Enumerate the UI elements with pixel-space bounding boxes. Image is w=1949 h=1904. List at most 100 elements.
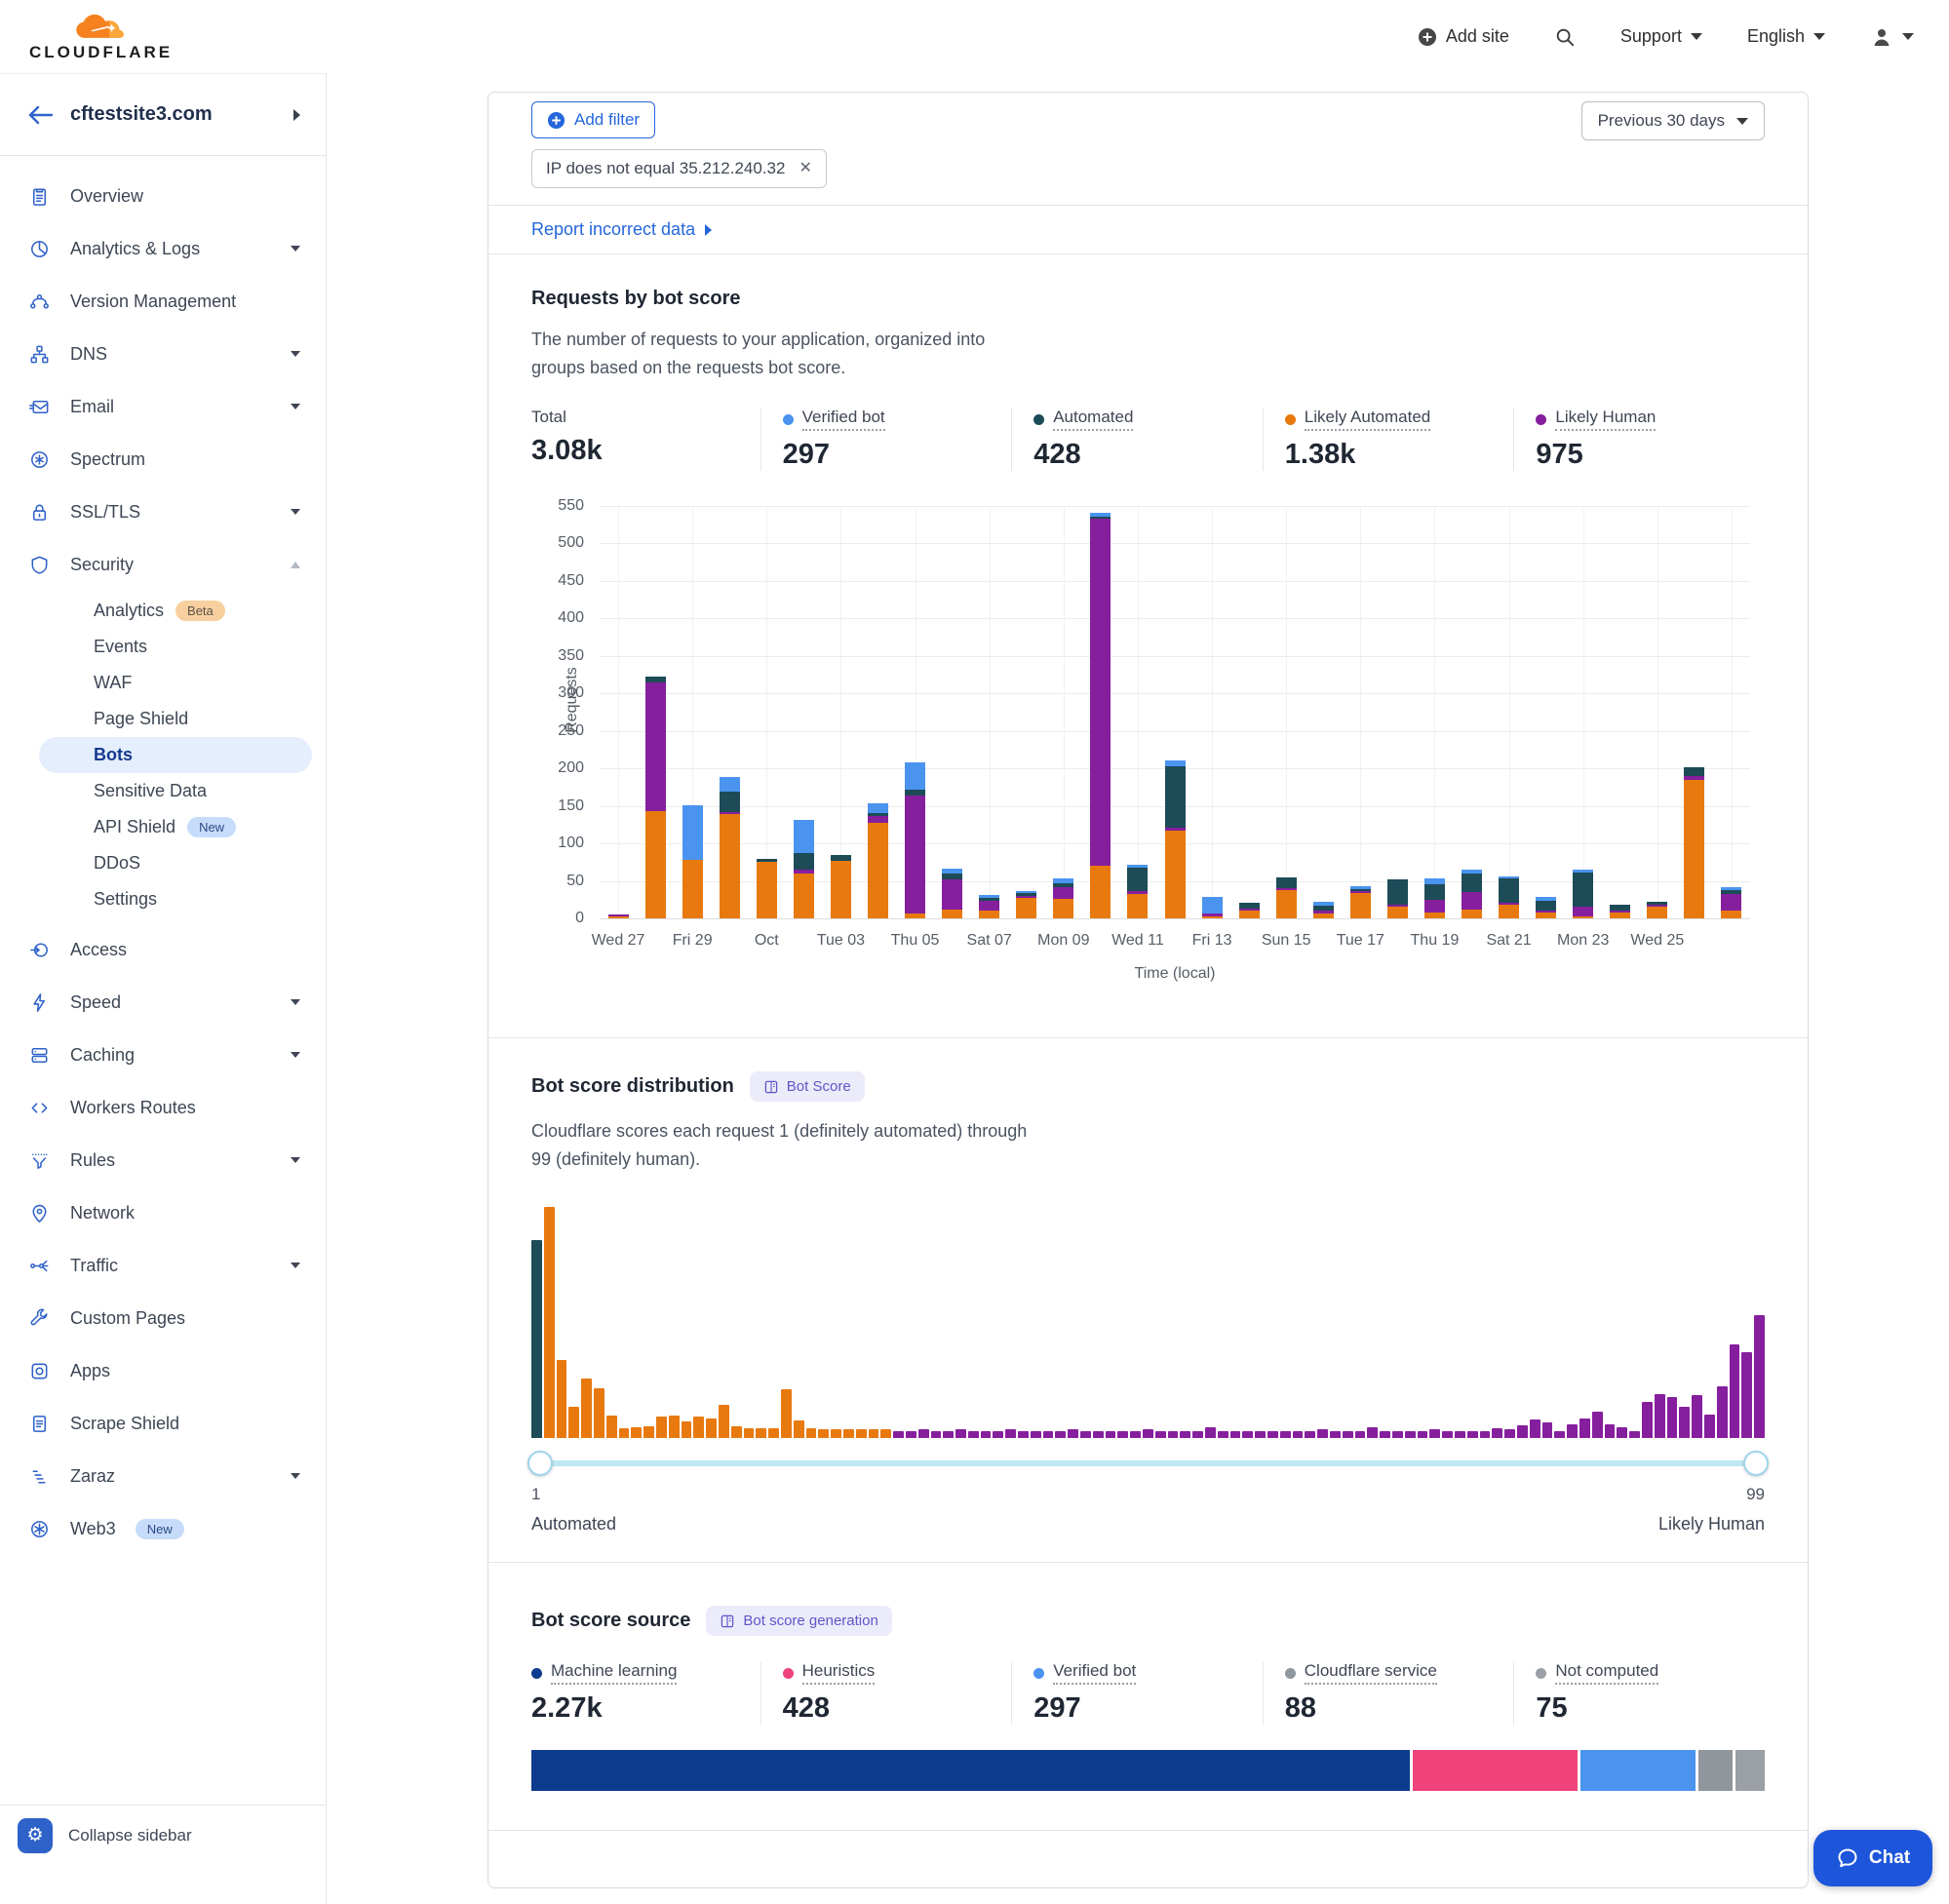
slider-min-caption: Automated (531, 1514, 616, 1535)
support-menu[interactable]: Support (1620, 26, 1702, 47)
source-stacked-bar[interactable] (531, 1750, 1765, 1791)
histogram-bar (856, 1429, 867, 1438)
histogram-bar (1117, 1431, 1128, 1438)
sidebar-item-workers-routes[interactable]: Workers Routes (0, 1081, 326, 1134)
language-menu[interactable]: English (1747, 26, 1825, 47)
sidebar-item-page-shield[interactable]: Page Shield (0, 701, 326, 737)
report-incorrect-data-link[interactable]: Report incorrect data (531, 219, 712, 240)
slider-handle-min[interactable] (527, 1451, 553, 1476)
sidebar-item-custom-pages[interactable]: Custom Pages (0, 1292, 326, 1344)
site-switcher[interactable]: cftestsite3.com (0, 73, 326, 156)
bar-stack (720, 777, 740, 918)
account-menu[interactable] (1870, 25, 1914, 49)
filter-chip[interactable]: IP does not equal 35.212.240.32 ✕ (531, 149, 827, 188)
sidebar-item-traffic[interactable]: Traffic (0, 1239, 326, 1292)
report-link-label: Report incorrect data (531, 219, 695, 240)
gridline (600, 543, 1750, 544)
bar-stack (1499, 876, 1519, 918)
chat-button[interactable]: Chat (1813, 1830, 1932, 1886)
bar-segment-likely-automated (1684, 780, 1704, 918)
sidebar-item-label: Security (70, 555, 134, 575)
sidebar-item-zaraz[interactable]: Zaraz (0, 1450, 326, 1502)
bar-segment-likely-automated (1127, 894, 1148, 918)
sidebar-item-rules[interactable]: Rules (0, 1134, 326, 1186)
date-range-dropdown[interactable]: Previous 30 days (1581, 101, 1765, 140)
sidebar-item-security[interactable]: Security (0, 538, 326, 591)
sidebar-item-access[interactable]: Access (0, 923, 326, 976)
bar-stack (1053, 878, 1073, 918)
stat-label[interactable]: Heuristics (802, 1661, 876, 1685)
gear-icon[interactable]: ⚙ (18, 1818, 53, 1853)
histogram-bar (831, 1429, 841, 1438)
sidebar-item-network[interactable]: Network (0, 1186, 326, 1239)
bar-segment-likely-automated (608, 916, 629, 918)
sidebar-item-label: Web3 (70, 1519, 116, 1539)
back-arrow-icon[interactable] (27, 104, 53, 126)
sidebar-item-web3[interactable]: Web3New (0, 1502, 326, 1555)
x-tick-label: Thu 05 (891, 932, 940, 950)
bar-stack (1610, 905, 1630, 918)
add-site-button[interactable]: Add site (1418, 26, 1509, 47)
sidebar-item-apps[interactable]: Apps (0, 1344, 326, 1397)
sidebar-item-waf[interactable]: WAF (0, 665, 326, 701)
sidebar-item-sensitive-data[interactable]: Sensitive Data (0, 773, 326, 809)
sidebar-item-spectrum[interactable]: Spectrum (0, 433, 326, 486)
stat-label[interactable]: Automated (1053, 408, 1133, 431)
sidebar-item-email[interactable]: Email (0, 380, 326, 433)
stat-label[interactable]: Verified bot (1053, 1661, 1136, 1685)
sidebar-item-ssl-tls[interactable]: SSL/TLS (0, 486, 326, 538)
bot-score-generation-docs-pill[interactable]: Bot score generation (706, 1606, 891, 1636)
x-tick-label: Tue 17 (1337, 932, 1384, 950)
chevron-down-icon (291, 1052, 300, 1058)
shield-icon (27, 553, 51, 576)
source-stats-row: Machine learning2.27kHeuristics428Verifi… (531, 1661, 1765, 1725)
stat-value: 88 (1285, 1692, 1514, 1725)
chevron-down-icon (291, 509, 300, 515)
sidebar-item-ddos[interactable]: DDoS (0, 845, 326, 881)
plus-circle-icon (547, 111, 565, 130)
sidebar-item-events[interactable]: Events (0, 629, 326, 665)
sidebar-item-analytics-logs[interactable]: Analytics & Logs (0, 222, 326, 275)
stat-label[interactable]: Verified bot (802, 408, 885, 431)
search-icon[interactable] (1554, 26, 1576, 48)
stat-value: 428 (1033, 439, 1263, 471)
stat-label[interactable]: Cloudflare service (1305, 1661, 1437, 1685)
plus-circle-icon (1418, 27, 1437, 47)
branch-icon (27, 290, 51, 313)
sidebar-item-settings[interactable]: Settings (0, 881, 326, 917)
collapse-sidebar-button[interactable]: ⚙ Collapse sidebar (0, 1805, 326, 1865)
slider-track[interactable] (531, 1460, 1765, 1466)
sidebar-item-api-shield[interactable]: API ShieldNew (0, 809, 326, 845)
book-icon (763, 1079, 779, 1095)
histogram-bar (1205, 1427, 1216, 1438)
sidebar-item-overview[interactable]: Overview (0, 170, 326, 222)
sidebar-item-bots[interactable]: Bots (39, 737, 312, 773)
sidebar-item-caching[interactable]: Caching (0, 1029, 326, 1081)
requests-chart-plot[interactable]: 050100150200250300350400450500550Wed 27F… (600, 506, 1750, 918)
x-tick-label: Sat 21 (1486, 932, 1531, 950)
bot-score-docs-pill[interactable]: Bot Score (750, 1071, 865, 1102)
stat-label[interactable]: Likely Human (1555, 408, 1656, 431)
histogram-bar (1617, 1427, 1627, 1438)
slider-max-value: 99 (1746, 1485, 1765, 1504)
sidebar-item-scrape-shield[interactable]: Scrape Shield (0, 1397, 326, 1450)
cache-icon (27, 1043, 51, 1067)
bar-segment-automated (1276, 877, 1297, 888)
sidebar-item-dns[interactable]: DNS (0, 328, 326, 380)
slider-handle-max[interactable] (1743, 1451, 1769, 1476)
sidebar-item-analytics[interactable]: AnalyticsBeta (0, 593, 326, 629)
add-filter-button[interactable]: Add filter (531, 101, 655, 138)
stat-label[interactable]: Likely Automated (1305, 408, 1430, 431)
bar-segment-likely-automated (1647, 907, 1667, 918)
histogram-bar (606, 1416, 617, 1438)
cloudflare-logo[interactable]: CLOUDFLARE (29, 12, 173, 62)
close-icon[interactable]: ✕ (799, 161, 811, 176)
stat-label[interactable]: Machine learning (551, 1661, 677, 1685)
bot-score-distribution-section: Bot score distribution Bot Score Cloudfl… (488, 1038, 1808, 1563)
stat-label[interactable]: Not computed (1555, 1661, 1658, 1685)
bot-score-histogram[interactable] (531, 1207, 1765, 1438)
sidebar-item-speed[interactable]: Speed (0, 976, 326, 1029)
main-content: Add filter Previous 30 days IP does not … (327, 73, 1949, 1904)
gridline (600, 581, 1750, 582)
sidebar-item-version-management[interactable]: Version Management (0, 275, 326, 328)
